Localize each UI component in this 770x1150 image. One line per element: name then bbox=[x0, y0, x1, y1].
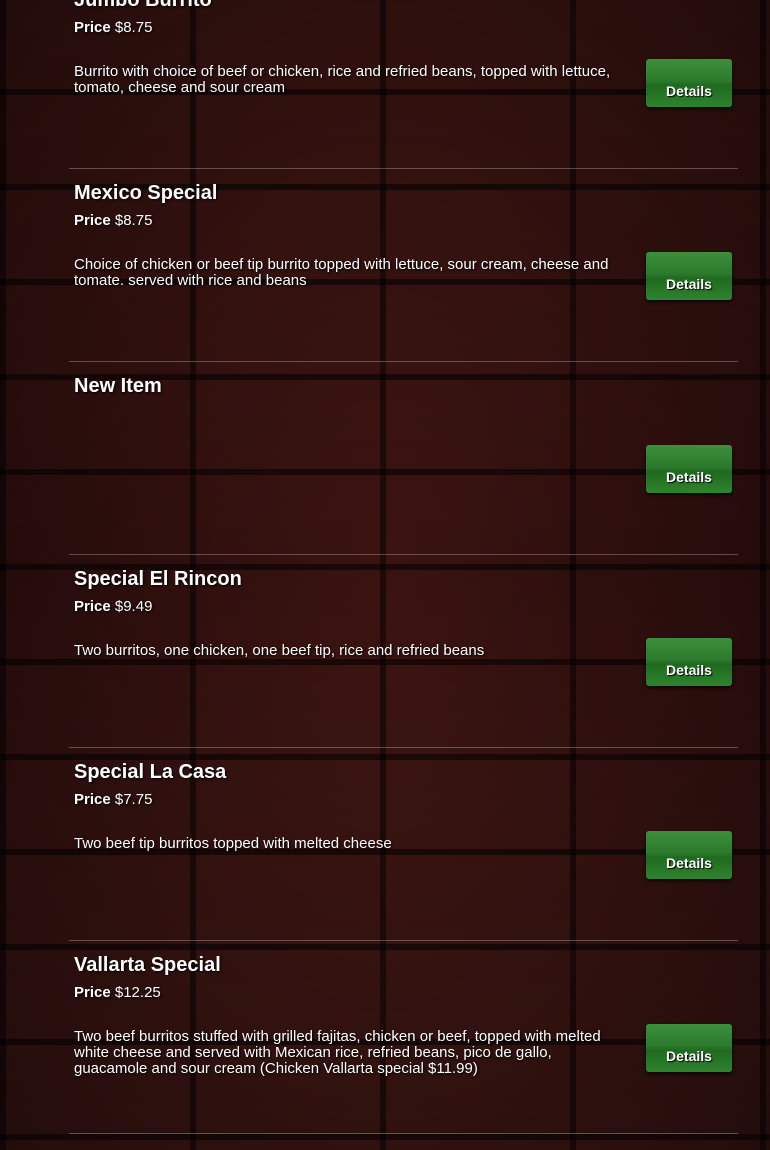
menu-item-description: Two beef tip burritos topped with melted… bbox=[74, 835, 392, 852]
menu-item-content: Special El Rincon Price $9.49 Two burrit… bbox=[74, 567, 622, 659]
menu-item-special-el-rincon: Special El Rincon Price $9.49 Two burrit… bbox=[69, 555, 738, 748]
price-row: Price $8.75 bbox=[74, 19, 622, 37]
price-label: Price bbox=[74, 212, 111, 229]
price-value: $8.75 bbox=[114, 19, 153, 36]
details-button[interactable]: Details bbox=[646, 638, 732, 686]
menu-item-jumbo-burrito: Jumbo Burrito Price $8.75 Burrito with c… bbox=[69, 0, 738, 169]
menu-item-title: Jumbo Burrito bbox=[74, 0, 212, 11]
menu-list: Jumbo Burrito Price $8.75 Burrito with c… bbox=[69, 0, 738, 1134]
menu-item-new-item: New Item Details bbox=[69, 362, 738, 555]
details-button[interactable]: Details bbox=[646, 1024, 732, 1072]
menu-item-description: Two burritos, one chicken, one beef tip,… bbox=[74, 642, 485, 659]
menu-item-special-la-casa: Special La Casa Price $7.75 Two beef tip… bbox=[69, 748, 738, 941]
menu-item-title: Special El Rincon bbox=[74, 568, 242, 590]
menu-item-description: Two beef burritos stuffed with grilled f… bbox=[74, 1028, 601, 1077]
price-label: Price bbox=[74, 19, 111, 36]
price-value: $9.49 bbox=[114, 598, 153, 615]
details-button[interactable]: Details bbox=[646, 252, 732, 300]
price-value: $12.25 bbox=[114, 984, 161, 1001]
menu-item-content: Jumbo Burrito Price $8.75 Burrito with c… bbox=[74, 0, 622, 96]
price-row: Price $7.75 bbox=[74, 791, 622, 809]
menu-item-mexico-special: Mexico Special Price $8.75 Choice of chi… bbox=[69, 169, 738, 362]
menu-item-title: Special La Casa bbox=[74, 761, 227, 783]
menu-item-content: Vallarta Special Price $12.25 Two beef b… bbox=[74, 953, 622, 1077]
menu-item-title: Mexico Special bbox=[74, 182, 218, 204]
menu-item-title: New Item bbox=[74, 375, 162, 397]
menu-item-title: Vallarta Special bbox=[74, 954, 221, 976]
price-label: Price bbox=[74, 598, 111, 615]
details-button[interactable]: Details bbox=[646, 445, 732, 493]
menu-item-content: Special La Casa Price $7.75 Two beef tip… bbox=[74, 760, 622, 852]
price-label: Price bbox=[74, 791, 111, 808]
price-row: Price $12.25 bbox=[74, 984, 622, 1002]
menu-item-vallarta-special: Vallarta Special Price $12.25 Two beef b… bbox=[69, 941, 738, 1134]
details-button[interactable]: Details bbox=[646, 831, 732, 879]
menu-item-content: New Item bbox=[74, 374, 622, 450]
price-label: Price bbox=[74, 984, 111, 1001]
menu-item-description: Choice of chicken or beef tip burrito to… bbox=[74, 256, 609, 289]
menu-item-content: Mexico Special Price $8.75 Choice of chi… bbox=[74, 181, 622, 289]
price-value: $7.75 bbox=[114, 791, 153, 808]
menu-item-description: Burrito with choice of beef or chicken, … bbox=[74, 63, 611, 96]
price-value: $8.75 bbox=[114, 212, 153, 229]
details-button[interactable]: Details bbox=[646, 59, 732, 107]
price-row: Price $8.75 bbox=[74, 212, 622, 230]
price-row: Price $9.49 bbox=[74, 598, 622, 616]
